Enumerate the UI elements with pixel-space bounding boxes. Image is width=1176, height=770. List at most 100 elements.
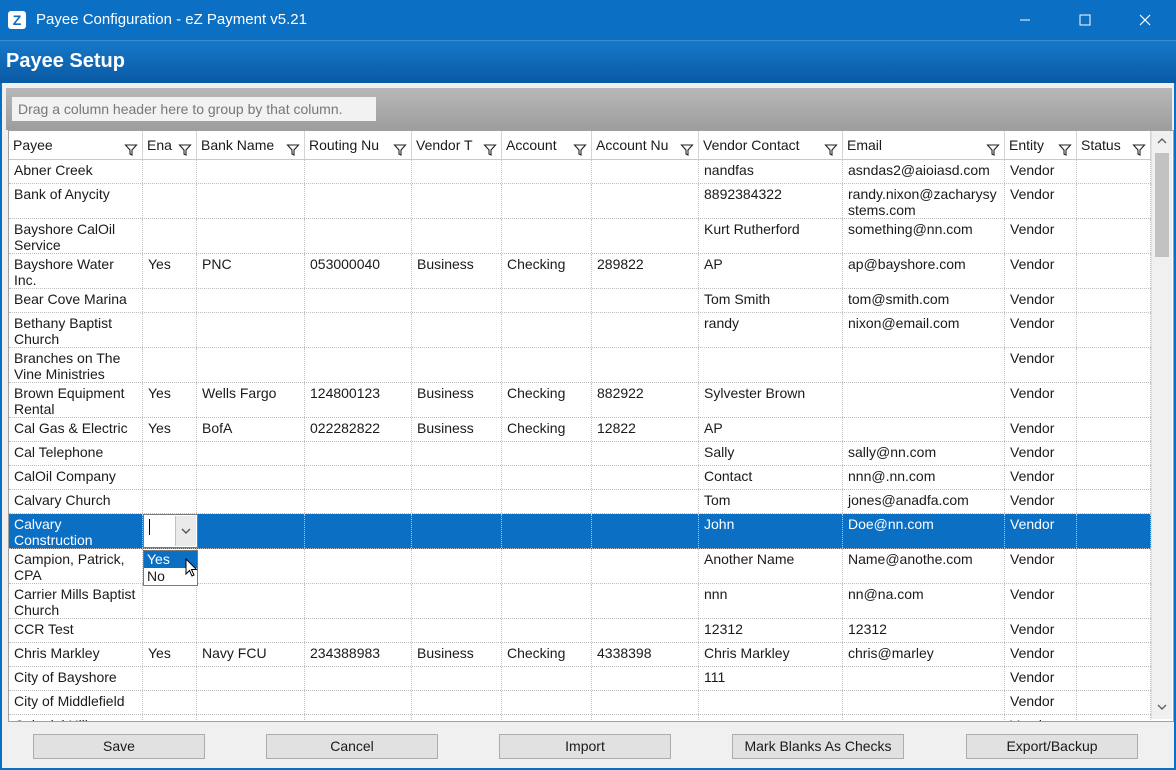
enabled-combo-editor[interactable]	[143, 514, 198, 548]
cell-vendor-contact[interactable]: Sylvester Brown	[699, 383, 843, 417]
cell-entity[interactable]: Vendor	[1005, 619, 1077, 642]
cell-status[interactable]	[1077, 313, 1151, 347]
cell-entity[interactable]: Vendor	[1005, 348, 1077, 382]
cell-vendor-type[interactable]	[412, 584, 502, 618]
cell-email[interactable]	[843, 715, 1005, 721]
table-row[interactable]: City of Middlefield Vendor	[9, 691, 1151, 715]
cell-enabled[interactable]: Yes	[143, 383, 197, 417]
cell-enabled[interactable]	[143, 442, 197, 465]
cell-vendor-type[interactable]	[412, 184, 502, 218]
table-row[interactable]: Colonial Hills Vendor	[9, 715, 1151, 721]
cell-enabled[interactable]	[143, 219, 197, 253]
cell-entity[interactable]: Vendor	[1005, 289, 1077, 312]
cell-email[interactable]: Doe@nn.com	[843, 514, 1005, 548]
cell-routing-number[interactable]	[305, 289, 412, 312]
cell-vendor-type[interactable]	[412, 490, 502, 513]
cell-enabled[interactable]	[143, 584, 197, 618]
cell-entity[interactable]: Vendor	[1005, 549, 1077, 583]
cell-bank-name[interactable]	[197, 313, 305, 347]
cell-vendor-contact[interactable]: 111	[699, 667, 843, 690]
cell-enabled[interactable]: Yes	[143, 643, 197, 666]
table-row[interactable]: Brown Equipment Rental Yes Wells Fargo 1248…	[9, 383, 1151, 418]
cell-vendor-type[interactable]	[412, 289, 502, 312]
cell-status[interactable]	[1077, 289, 1151, 312]
cell-payee[interactable]: Cal Gas & Electric	[9, 418, 143, 441]
cell-status[interactable]	[1077, 691, 1151, 714]
cell-account[interactable]	[502, 584, 592, 618]
cell-vendor-contact[interactable]: John	[699, 514, 843, 548]
cell-routing-number[interactable]	[305, 619, 412, 642]
column-header-status[interactable]: Status	[1077, 131, 1151, 159]
save-button[interactable]: Save	[33, 734, 205, 759]
cell-entity[interactable]: Vendor	[1005, 643, 1077, 666]
cell-vendor-type[interactable]	[412, 219, 502, 253]
cell-routing-number[interactable]	[305, 219, 412, 253]
cell-enabled[interactable]	[143, 160, 197, 183]
scroll-thumb[interactable]	[1155, 153, 1169, 257]
cell-vendor-type[interactable]	[412, 691, 502, 714]
close-button[interactable]	[1116, 0, 1174, 40]
cell-entity[interactable]: Vendor	[1005, 715, 1077, 721]
cell-account[interactable]	[502, 715, 592, 721]
cell-vendor-contact[interactable]: AP	[699, 254, 843, 288]
cell-enabled[interactable]	[143, 289, 197, 312]
table-row[interactable]: Bayshore Water Inc. Yes PNC 053000040 Busine…	[9, 254, 1151, 289]
cell-entity[interactable]: Vendor	[1005, 691, 1077, 714]
cell-vendor-type[interactable]	[412, 549, 502, 583]
cell-account-number[interactable]	[592, 667, 699, 690]
cell-vendor-contact[interactable]: randy	[699, 313, 843, 347]
cell-enabled[interactable]	[143, 184, 197, 218]
cell-payee[interactable]: Bank of Anycity	[9, 184, 143, 218]
cell-email[interactable]: something@nn.com	[843, 219, 1005, 253]
cell-account[interactable]	[502, 490, 592, 513]
cell-account-number[interactable]: 12822	[592, 418, 699, 441]
import-button[interactable]: Import	[499, 734, 671, 759]
cell-vendor-type[interactable]	[412, 667, 502, 690]
cell-vendor-type[interactable]	[412, 715, 502, 721]
cell-vendor-contact[interactable]: nandfas	[699, 160, 843, 183]
cell-routing-number[interactable]	[305, 691, 412, 714]
cell-vendor-type[interactable]	[412, 160, 502, 183]
filter-icon[interactable]	[286, 138, 300, 156]
cell-account-number[interactable]: 289822	[592, 254, 699, 288]
cell-entity[interactable]: Vendor	[1005, 184, 1077, 218]
cell-vendor-contact[interactable]: Another Name	[699, 549, 843, 583]
column-header-enabled[interactable]: Ena	[143, 131, 197, 159]
cell-entity[interactable]: Vendor	[1005, 514, 1077, 548]
cell-account-number[interactable]	[592, 691, 699, 714]
cell-routing-number[interactable]	[305, 715, 412, 721]
cell-vendor-contact[interactable]: 8892384322	[699, 184, 843, 218]
cell-email[interactable]: 12312	[843, 619, 1005, 642]
cell-payee[interactable]: Bayshore Water Inc.	[9, 254, 143, 288]
filter-icon[interactable]	[824, 138, 838, 156]
cell-bank-name[interactable]	[197, 715, 305, 721]
table-row[interactable]: City of Bayshore 111 Vendor	[9, 667, 1151, 691]
cell-vendor-type[interactable]	[412, 619, 502, 642]
cell-routing-number[interactable]	[305, 514, 412, 548]
cell-payee[interactable]: CCR Test	[9, 619, 143, 642]
cell-payee[interactable]: Bethany Baptist Church	[9, 313, 143, 347]
cell-vendor-contact[interactable]: Kurt Rutherford	[699, 219, 843, 253]
table-row[interactable]: Bank of Anycity 8892384322 randy.nixon@zac…	[9, 184, 1151, 219]
cell-status[interactable]	[1077, 184, 1151, 218]
column-header-bank-name[interactable]: Bank Name	[197, 131, 305, 159]
cell-bank-name[interactable]	[197, 442, 305, 465]
cell-status[interactable]	[1077, 160, 1151, 183]
cell-status[interactable]	[1077, 383, 1151, 417]
cell-email[interactable]: ap@bayshore.com	[843, 254, 1005, 288]
table-row[interactable]: Cal Telephone Sally sally@nn.com Vendor	[9, 442, 1151, 466]
cell-vendor-contact[interactable]	[699, 715, 843, 721]
cell-vendor-contact[interactable]: Tom	[699, 490, 843, 513]
filter-icon[interactable]	[124, 138, 138, 156]
cell-email[interactable]: tom@smith.com	[843, 289, 1005, 312]
column-header-account[interactable]: Account	[502, 131, 592, 159]
cell-enabled[interactable]	[143, 490, 197, 513]
cell-status[interactable]	[1077, 667, 1151, 690]
cell-status[interactable]	[1077, 490, 1151, 513]
table-row[interactable]: Abner Creek nandfas asndas2@aioiasd.com Ven…	[9, 160, 1151, 184]
cell-bank-name[interactable]	[197, 160, 305, 183]
cell-routing-number[interactable]: 124800123	[305, 383, 412, 417]
export-backup-button[interactable]: Export/Backup	[966, 734, 1138, 759]
table-row[interactable]: Carrier Mills Baptist Church nnn nn@na.com…	[9, 584, 1151, 619]
filter-icon[interactable]	[986, 138, 1000, 156]
